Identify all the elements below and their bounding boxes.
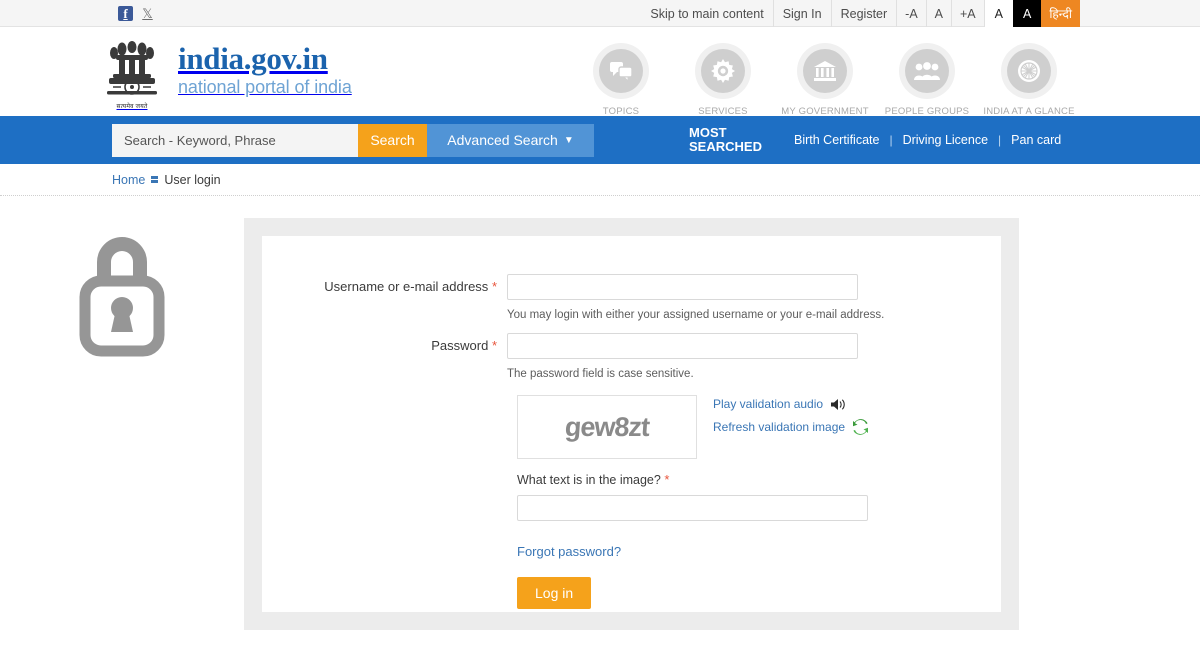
captcha-block: gew8zt Play validation audio Refresh val… (507, 395, 1001, 459)
emblem-motto: सत्यमेव जयते (116, 103, 148, 110)
search-button[interactable]: Search (358, 123, 427, 157)
advanced-search-dropdown[interactable]: Advanced Search ▼ (427, 123, 594, 157)
gear-icon (701, 49, 745, 93)
password-label: Password * (262, 333, 507, 353)
chevron-down-icon: ▼ (563, 134, 574, 146)
ashoka-emblem-svg (107, 40, 157, 95)
nav-item-services[interactable]: SERVICES (672, 49, 774, 117)
password-required-marker: * (491, 338, 497, 353)
breadcrumb: Home User login (112, 173, 221, 187)
breadcrumb-separator-icon (151, 176, 159, 183)
sign-in-link[interactable]: Sign In (772, 0, 831, 27)
password-row: Password * The password field is case se… (262, 333, 1001, 392)
main-content: Username or e-mail address * You may log… (0, 196, 1200, 630)
facebook-icon[interactable]: f (118, 5, 133, 21)
login-button-row: Log in (507, 577, 1001, 609)
brand-subtitle: national portal of india (178, 77, 352, 97)
captcha-image: gew8zt (517, 395, 697, 459)
ashoka-chakra-icon (1007, 49, 1051, 93)
most-searched-section: MOST SEARCHED Birth Certificate | Drivin… (689, 126, 1071, 154)
forgot-password-row: Forgot password? (507, 543, 1001, 561)
advanced-search-label: Advanced Search (447, 132, 558, 148)
search-input[interactable] (112, 123, 358, 157)
nav-item-india-at-a-glance[interactable]: INDIA AT A GLANCE (978, 49, 1080, 117)
username-label-text: Username or e-mail address (324, 279, 489, 294)
captcha-question-label: What text is in the image? * (517, 472, 1001, 487)
skip-to-main-content-link[interactable]: Skip to main content (641, 0, 772, 27)
register-link[interactable]: Register (830, 0, 897, 27)
people-group-icon (905, 49, 949, 93)
speech-bubbles-icon (599, 49, 643, 93)
masthead: सत्यमेव जयते india.gov.in national porta… (0, 27, 1200, 117)
brand-title: india.gov.in (178, 41, 328, 76)
most-searched-links: Birth Certificate | Driving Licence | Pa… (784, 133, 1071, 147)
username-row: Username or e-mail address * You may log… (262, 274, 1001, 333)
lock-illustration-column (0, 218, 244, 630)
font-size-decrease-button[interactable]: -A (896, 0, 926, 27)
most-searched-link-birth-certificate[interactable]: Birth Certificate (784, 133, 889, 147)
nav-item-my-government[interactable]: MY GOVERNMENT (774, 49, 876, 117)
refresh-validation-image-link[interactable]: Refresh validation image (713, 420, 845, 434)
language-hindi-button[interactable]: हिन्दी (1041, 0, 1080, 27)
people-group-svg (914, 62, 940, 80)
search-group: Search Advanced Search ▼ (112, 123, 594, 157)
contrast-invert-button[interactable]: A (1012, 0, 1042, 27)
ashoka-emblem-icon: सत्यमेव जयते (100, 34, 164, 110)
contrast-normal-button[interactable]: A (983, 0, 1013, 27)
captcha-question-text: What text is in the image? (517, 473, 661, 487)
font-size-increase-button[interactable]: +A (951, 0, 984, 27)
gear-svg (711, 59, 735, 83)
most-searched-label-line2: SEARCHED (689, 139, 762, 154)
bank-building-svg (814, 61, 836, 81)
captcha-answer-block: What text is in the image? * (507, 472, 1001, 521)
x-icon[interactable]: 𝕏 (140, 6, 155, 21)
social-links: f 𝕏 (118, 5, 155, 21)
password-help-text: The password field is case sensitive. (507, 368, 694, 380)
play-validation-audio-row: Play validation audio (713, 397, 869, 411)
most-searched-label: MOST SEARCHED (689, 125, 762, 154)
speaker-icon[interactable] (830, 398, 846, 411)
login-card: Username or e-mail address * You may log… (262, 236, 1001, 612)
most-searched-label-line1: MOST (689, 125, 727, 140)
refresh-icon[interactable] (852, 419, 869, 435)
top-utility-bar: f 𝕏 Skip to main content Sign In Registe… (0, 0, 1200, 27)
captcha-image-text: gew8zt (563, 411, 651, 442)
speech-bubbles-svg (610, 62, 633, 82)
captcha-actions: Play validation audio Refresh validation… (713, 395, 869, 443)
nav-item-people-groups[interactable]: PEOPLE GROUPS (876, 49, 978, 117)
password-input[interactable] (507, 333, 858, 359)
site-logo[interactable]: सत्यमेव जयते india.gov.in national porta… (100, 34, 352, 110)
login-panel: Username or e-mail address * You may log… (244, 218, 1019, 630)
font-size-normal-button[interactable]: A (925, 0, 951, 27)
refresh-validation-image-row: Refresh validation image (713, 419, 869, 435)
password-label-text: Password (431, 338, 489, 353)
forgot-password-link[interactable]: Forgot password? (517, 544, 621, 559)
top-navigation: TOPICS SERVICES MY GOVERNMENT PEOPLE GRO… (570, 49, 1080, 117)
username-required-marker: * (491, 279, 497, 294)
username-input[interactable] (507, 274, 858, 300)
most-searched-link-driving-licence[interactable]: Driving Licence (893, 133, 998, 147)
most-searched-link-pan-card[interactable]: Pan card (1001, 133, 1071, 147)
breadcrumb-home-link[interactable]: Home (112, 173, 145, 187)
nav-item-topics[interactable]: TOPICS (570, 49, 672, 117)
captcha-answer-input[interactable] (517, 495, 868, 521)
username-help-text: You may login with either your assigned … (507, 309, 885, 321)
breadcrumb-current: User login (164, 172, 221, 187)
search-bar: Search Advanced Search ▼ MOST SEARCHED B… (0, 116, 1200, 164)
play-validation-audio-link[interactable]: Play validation audio (713, 397, 823, 411)
padlock-icon (79, 237, 165, 357)
log-in-button[interactable]: Log in (517, 577, 592, 609)
bank-building-icon (803, 49, 847, 93)
username-label: Username or e-mail address * (262, 274, 507, 294)
ashoka-chakra-svg (1018, 60, 1040, 82)
top-utility-links: Skip to main content Sign In Register -A… (641, 0, 1080, 27)
captcha-required-marker: * (664, 472, 670, 487)
breadcrumb-bar: Home User login (0, 164, 1200, 196)
